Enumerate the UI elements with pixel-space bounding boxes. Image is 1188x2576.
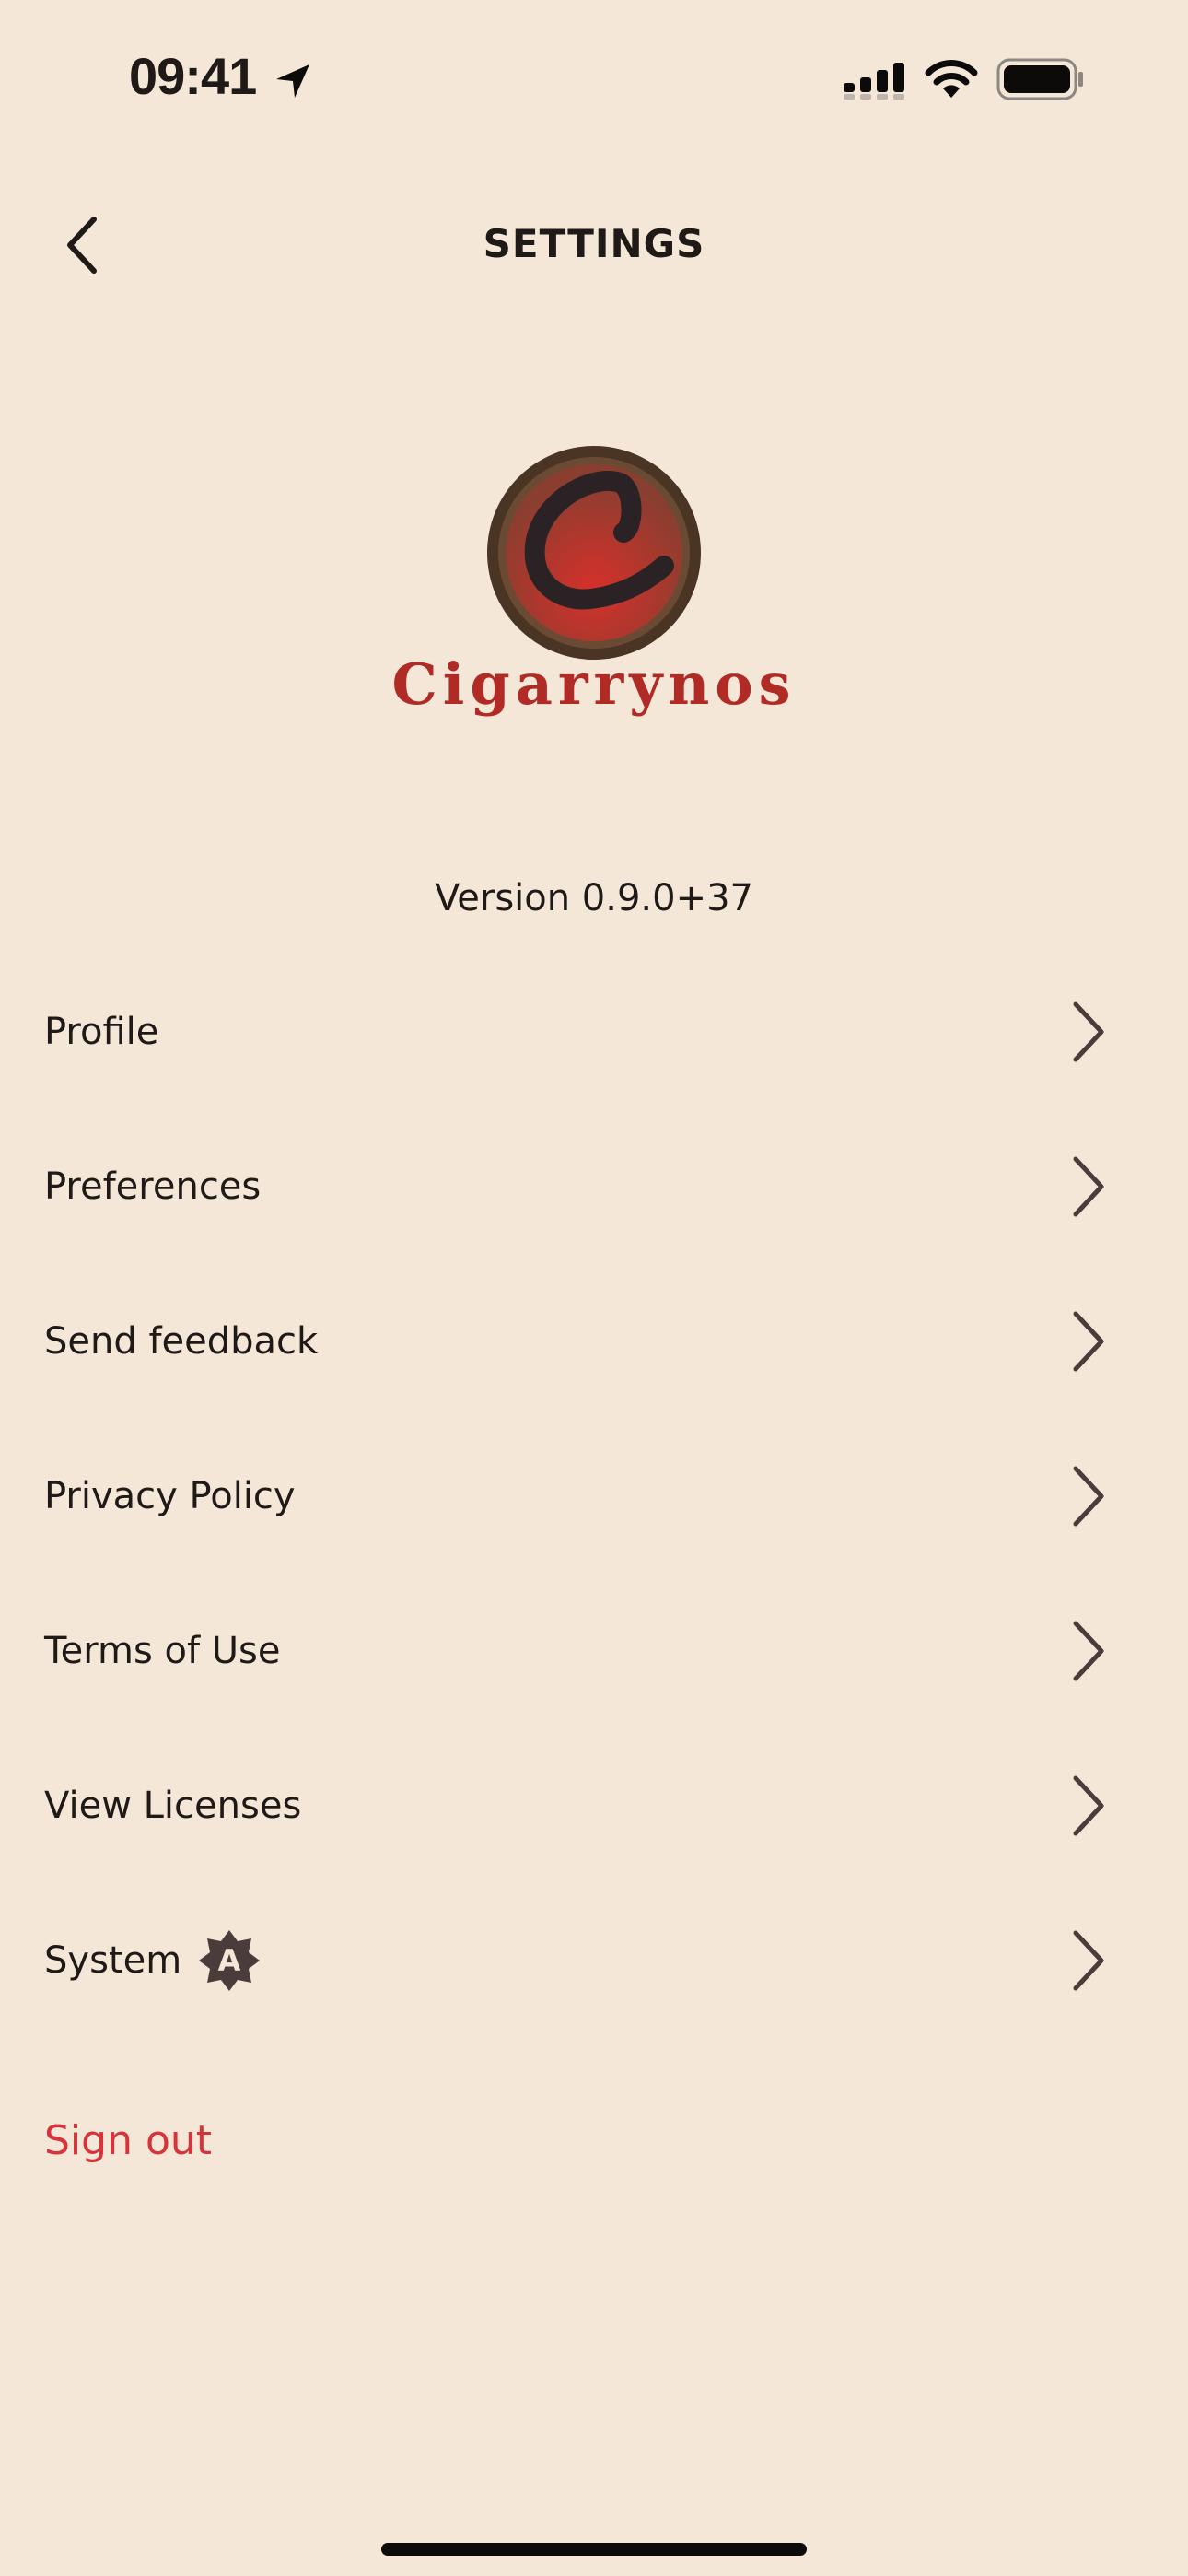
version-text: Version 0.9.0+37 <box>435 877 753 919</box>
app-logo-emblem <box>487 446 701 660</box>
menu-item-label: Profile <box>44 1011 159 1053</box>
chevron-right-icon <box>1073 1775 1104 1836</box>
wifi-icon <box>925 60 978 98</box>
menu-item-label: Privacy Policy <box>44 1475 296 1517</box>
page-title: SETTINGS <box>483 221 705 266</box>
menu-item-terms-of-use[interactable]: Terms of Use <box>0 1574 1188 1728</box>
menu-item-label: Send feedback <box>44 1320 319 1363</box>
menu-item-view-licenses[interactable]: View Licenses <box>0 1728 1188 1883</box>
status-bar: 09:41 <box>0 0 1188 157</box>
menu-item-preferences[interactable]: Preferences <box>0 1109 1188 1264</box>
chevron-right-icon <box>1073 1621 1104 1681</box>
menu-item-label: Preferences <box>44 1165 262 1208</box>
app-logo-wordmark: Cigarrynos <box>391 650 797 718</box>
home-indicator[interactable] <box>381 2543 807 2556</box>
settings-menu: Profile Preferences Send feedback Privac… <box>0 954 1188 2038</box>
chevron-right-icon <box>1073 1001 1104 1062</box>
chevron-right-icon <box>1073 1311 1104 1372</box>
menu-item-label: View Licenses <box>44 1785 302 1827</box>
auto-theme-letter: A <box>218 1943 241 1978</box>
menu-item-privacy-policy[interactable]: Privacy Policy <box>0 1419 1188 1574</box>
sign-out-button[interactable]: Sign out <box>44 2117 212 2164</box>
chevron-right-icon <box>1073 1156 1104 1217</box>
menu-item-profile[interactable]: Profile <box>0 954 1188 1109</box>
chevron-right-icon <box>1073 1930 1104 1991</box>
menu-item-system[interactable]: System A <box>0 1883 1188 2038</box>
status-time: 09:41 <box>129 47 257 105</box>
auto-theme-icon: A <box>199 1930 260 1991</box>
chevron-right-icon <box>1073 1466 1104 1527</box>
location-arrow-icon <box>276 64 309 98</box>
cellular-signal-icon <box>844 63 904 100</box>
menu-item-send-feedback[interactable]: Send feedback <box>0 1264 1188 1419</box>
nav-bar: SETTINGS <box>0 193 1188 295</box>
menu-item-label: Terms of Use <box>44 1630 281 1672</box>
menu-item-label: System <box>44 1939 182 1982</box>
battery-icon <box>996 58 1083 100</box>
